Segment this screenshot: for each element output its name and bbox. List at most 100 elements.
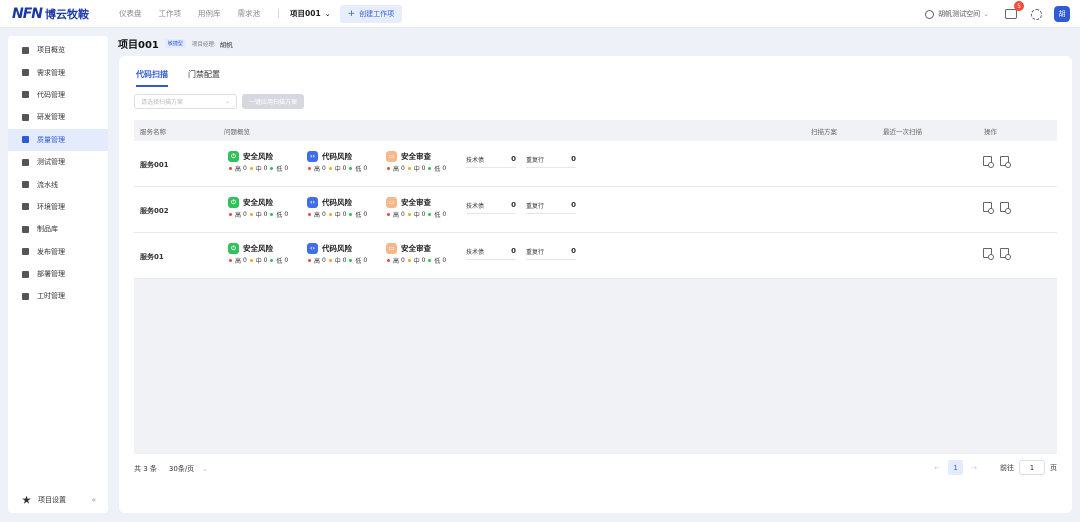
service-name[interactable]: 服务01	[140, 252, 164, 262]
report-icon[interactable]	[1000, 248, 1011, 260]
next-page-icon[interactable]: →	[971, 464, 977, 472]
severity-label: 中	[413, 258, 420, 265]
severity-dot	[349, 213, 353, 216]
tab-gate-config[interactable]: 门禁配置	[188, 69, 220, 87]
chevron-down-icon: ⌄	[224, 98, 230, 105]
nav-requirements[interactable]: 需求池	[238, 8, 261, 19]
sidebar-item-code[interactable]: 代码管理	[8, 84, 108, 106]
page-number[interactable]: 1	[948, 460, 964, 475]
space-selector[interactable]: 胡帆测试空间 ⌄	[925, 9, 989, 19]
severity-count: 0	[242, 211, 247, 218]
service-name[interactable]: 服务002	[140, 206, 169, 216]
severity-dot	[308, 259, 311, 262]
severity-dot	[407, 259, 411, 262]
gear-icon[interactable]	[1031, 8, 1042, 20]
pipeline-icon	[22, 181, 29, 189]
collapse-icon[interactable]: «	[92, 496, 96, 504]
project-selector[interactable]: 项目001 ⌄	[290, 8, 331, 19]
nav-testcases[interactable]: 用例库	[198, 8, 221, 19]
sidebar-item-pipeline[interactable]: 流水线	[8, 173, 108, 195]
module-name: 安全审查	[401, 244, 431, 253]
quality-icon	[22, 136, 29, 144]
module-icon: ‹›	[307, 151, 318, 162]
severity-label: 高	[314, 212, 321, 219]
issue-module[interactable]: ▭ 安全审查 高 0 中 0 低 0	[386, 197, 448, 219]
tech-debt-label: 技术债	[466, 157, 485, 164]
severity-label: 高	[393, 258, 400, 265]
module-name: 安全风险	[243, 152, 273, 161]
server-icon	[22, 203, 29, 211]
report-icon[interactable]	[1000, 202, 1011, 214]
logo-name: 博云牧鞍	[45, 7, 89, 21]
create-workitem-button[interactable]: + 创建工作项	[339, 4, 403, 23]
severity-count: 0	[363, 165, 368, 172]
col-actions: 操作	[984, 127, 997, 136]
sidebar-item-testing[interactable]: 测试管理	[8, 151, 108, 173]
severity-count: 0	[342, 165, 347, 172]
issue-module[interactable]: ⏻ 安全风险 高 0 中 0 低 0	[228, 243, 290, 265]
chevron-down-icon: ⌄	[983, 10, 989, 18]
page-size-select[interactable]: 30条/页	[169, 464, 194, 474]
sidebar-item-dev[interactable]: 研发管理	[8, 106, 108, 128]
sidebar-item-requirements[interactable]: 需求管理	[8, 61, 108, 83]
message-icon[interactable]: 5	[1005, 1, 1024, 19]
report-icon[interactable]	[1000, 156, 1011, 168]
module-icon: ▭	[386, 243, 397, 254]
sidebar-item-environment[interactable]: 环境管理	[8, 196, 108, 218]
sidebar-item-overview[interactable]: 项目概览	[8, 39, 108, 61]
severity-label: 低	[434, 166, 441, 173]
service-name[interactable]: 服务001	[140, 160, 169, 170]
severity-dot	[407, 213, 411, 216]
nav-workitems[interactable]: 工作项	[159, 8, 182, 19]
sidebar-item-label: 制品库	[37, 225, 58, 234]
issue-module[interactable]: ‹› 代码风险 高 0 中 0 低 0	[307, 243, 369, 265]
module-name: 安全风险	[243, 244, 273, 253]
scan-icon[interactable]	[983, 202, 994, 214]
sidebar-item-release[interactable]: 发布管理	[8, 241, 108, 263]
severity-count: 0	[421, 257, 426, 264]
sidebar-item-hours[interactable]: 工时管理	[8, 285, 108, 307]
severity-dot	[308, 167, 311, 170]
sidebar-project-settings[interactable]: 项目设置 «	[8, 495, 108, 505]
sidebar-item-artifacts[interactable]: 制品库	[8, 218, 108, 240]
manager-name: 胡帆	[219, 40, 233, 49]
col-service: 服务名称	[140, 127, 166, 136]
issue-module[interactable]: ⏻ 安全风险 高 0 中 0 低 0	[228, 197, 290, 219]
tech-debt-value: 0	[511, 247, 516, 255]
scan-icon[interactable]	[983, 156, 994, 168]
sidebar-item-quality[interactable]: 质量管理	[8, 128, 108, 151]
severity-label: 低	[434, 258, 441, 265]
issue-module[interactable]: ‹› 代码风险 高 0 中 0 低 0	[307, 151, 369, 173]
nav-separator: |	[277, 8, 281, 19]
goto-page-input[interactable]: 1	[1019, 460, 1045, 475]
manager-label: 项目经理:	[191, 41, 216, 48]
severity-dot	[249, 213, 253, 216]
prev-page-icon[interactable]: ←	[934, 464, 940, 472]
severity-count: 0	[321, 165, 326, 172]
issue-module[interactable]: ▭ 安全审查 高 0 中 0 低 0	[386, 151, 448, 173]
total-count: 共 3 条	[134, 465, 157, 473]
severity-label: 低	[276, 212, 283, 219]
issue-module[interactable]: ▭ 安全审查 高 0 中 0 低 0	[386, 243, 448, 265]
severity-dot	[349, 259, 353, 262]
sidebar-item-label: 工时管理	[37, 292, 65, 301]
deploy-icon	[22, 270, 29, 278]
issue-module[interactable]: ⏻ 安全风险 高 0 中 0 低 0	[228, 151, 290, 173]
send-icon	[22, 248, 29, 256]
issue-module[interactable]: ‹› 代码风险 高 0 中 0 低 0	[307, 197, 369, 219]
tab-code-scan[interactable]: 代码扫描	[136, 69, 168, 87]
table-row: 服务002 ⏻ 安全风险 高 0 中 0 低 0 ‹› 代码风险 高 0 中 0 低…	[134, 187, 1057, 233]
sidebar-item-deploy[interactable]: 部署管理	[8, 263, 108, 285]
severity-dot	[229, 259, 232, 262]
table-header: 服务名称 问题概览 扫描方案 最近一次扫描 操作	[134, 120, 1057, 141]
avatar[interactable]: 胡	[1054, 6, 1070, 22]
top-nav: 仪表盘 工作项 用例库 需求池 | 项目001 ⌄ + 创建工作项	[119, 4, 403, 23]
module-icon: ‹›	[307, 197, 318, 208]
brand-logo[interactable]: NFN 博云牧鞍	[12, 6, 98, 22]
nav-dashboard[interactable]: 仪表盘	[119, 8, 142, 19]
scan-plan-select[interactable]: 请选择扫描方案 ⌄	[134, 94, 237, 109]
severity-dot	[328, 213, 332, 216]
severity-count: 0	[284, 257, 289, 264]
scan-icon[interactable]	[983, 248, 994, 260]
apply-scan-plan-button[interactable]: 一键应用扫描方案	[242, 94, 305, 109]
